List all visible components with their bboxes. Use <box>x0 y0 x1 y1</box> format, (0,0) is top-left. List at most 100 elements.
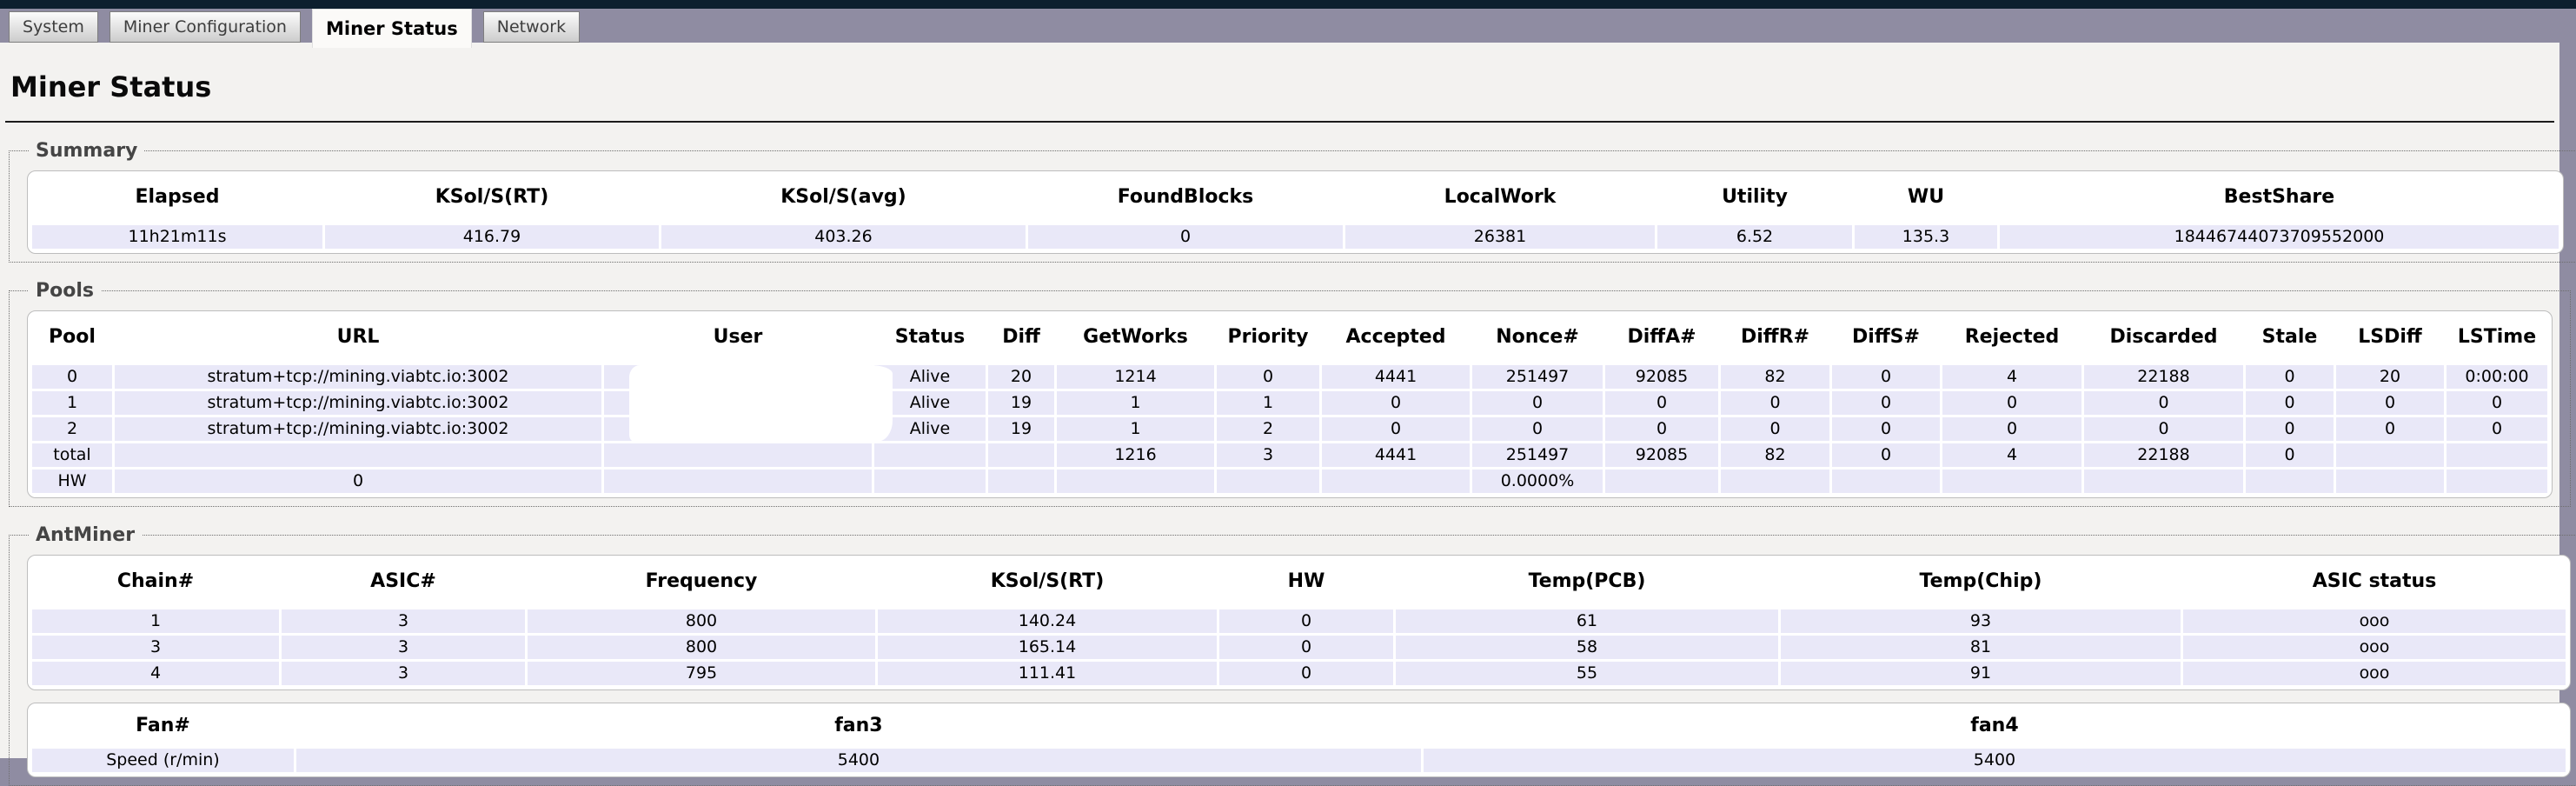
table-cell: stratum+tcp://mining.viabtc.io:3002 <box>115 417 601 441</box>
table-cell: 1 <box>32 609 279 633</box>
table-cell: 0 <box>2336 391 2444 415</box>
window-top-bar <box>0 0 2576 9</box>
table-cell: 1216 <box>1057 443 1214 467</box>
table-cell <box>2246 470 2334 493</box>
table-row: 13800140.2406193ooo <box>32 609 2566 633</box>
table-cell: 251497 <box>1472 443 1603 467</box>
column-header: Diff <box>988 316 1054 363</box>
column-header: fan4 <box>1424 708 2566 746</box>
column-header: DiffR# <box>1721 316 1829 363</box>
table-cell: 82 <box>1721 365 1829 389</box>
tab-network[interactable]: Network <box>483 11 580 43</box>
table-cell: 251497 <box>1472 365 1603 389</box>
table-cell: 0 <box>1832 417 1940 441</box>
column-header: Priority <box>1217 316 1319 363</box>
pools-table: PoolURLUserStatusDiffGetWorksPriorityAcc… <box>30 313 2550 496</box>
column-header: Rejected <box>1942 316 2081 363</box>
tab-miner-status[interactable]: Miner Status <box>312 9 472 48</box>
column-header: WU <box>1855 176 1997 223</box>
table-cell: 20 <box>2336 365 2444 389</box>
table-row: 1stratum+tcp://mining.viabtc.io:3002 Ali… <box>32 391 2547 415</box>
table-cell: 0 <box>1472 391 1603 415</box>
table-cell: 416.79 <box>325 225 659 249</box>
table-cell <box>874 443 986 467</box>
column-header: Temp(Chip) <box>1781 560 2181 607</box>
table-cell: 0 <box>2336 417 2444 441</box>
column-header: DiffS# <box>1832 316 1940 363</box>
table-cell: 4 <box>1942 365 2081 389</box>
table-cell: 0 <box>1832 443 1940 467</box>
column-header: FoundBlocks <box>1028 176 1343 223</box>
table-cell: 82 <box>1721 443 1829 467</box>
content-area: Miner Status Summary ElapsedKSol/S(RT)KS… <box>0 43 2559 758</box>
column-header: Stale <box>2246 316 2334 363</box>
table-cell <box>2447 443 2547 467</box>
table-cell: 55 <box>1396 662 1778 685</box>
column-header: Fan# <box>32 708 294 746</box>
table-cell: 93 <box>1781 609 2181 633</box>
table-cell: 2 <box>32 417 112 441</box>
table-cell: 18446744073709552000 <box>2000 225 2559 249</box>
table-cell <box>604 443 872 467</box>
table-cell <box>1942 470 2081 493</box>
table-cell: 0 <box>2084 417 2243 441</box>
table-cell: 0 <box>2447 391 2547 415</box>
table-cell: ooo <box>2183 609 2566 633</box>
table-cell: 0 <box>1721 417 1829 441</box>
table-cell: ooo <box>2183 662 2566 685</box>
table-cell <box>988 443 1054 467</box>
table-cell: stratum+tcp://mining.viabtc.io:3002 <box>115 365 601 389</box>
column-header: LSDiff <box>2336 316 2444 363</box>
column-header: KSol/S(RT) <box>325 176 659 223</box>
table-cell: 0 <box>2246 443 2334 467</box>
table-cell <box>2336 470 2444 493</box>
column-header: Chain# <box>32 560 279 607</box>
table-cell: 0 <box>1217 365 1319 389</box>
tab-bar: System Miner Configuration Miner Status … <box>0 9 2576 43</box>
table-cell: 0 <box>1219 662 1393 685</box>
table-cell: 20 <box>988 365 1054 389</box>
pools-table-container: PoolURLUserStatusDiffGetWorksPriorityAcc… <box>27 310 2553 498</box>
table-cell: 4 <box>32 662 279 685</box>
table-cell: 3 <box>1217 443 1319 467</box>
antminer-section: AntMiner Chain#ASIC#FrequencyKSol/S(RT)H… <box>9 524 2576 786</box>
column-header: Status <box>874 316 986 363</box>
table-row: total 121634441251497920858204221880 <box>32 443 2547 467</box>
column-header: fan3 <box>296 708 1421 746</box>
column-header: User <box>604 316 872 363</box>
table-cell: 0 <box>1832 365 1940 389</box>
table-cell: 0 <box>1219 609 1393 633</box>
table-cell: total <box>32 443 112 467</box>
antminer-legend: AntMiner <box>29 524 142 546</box>
table-cell: ooo <box>2183 636 2566 659</box>
column-header: Nonce# <box>1472 316 1603 363</box>
table-cell: 165.14 <box>878 636 1217 659</box>
pools-section: Pools PoolURLUserStatusDiffGetWorksPrior… <box>9 280 2571 507</box>
table-cell <box>2447 470 2547 493</box>
table-row: 11h21m11s416.79403.260263816.52135.31844… <box>32 225 2559 249</box>
table-cell: 0 <box>1605 417 1718 441</box>
column-header: GetWorks <box>1057 316 1214 363</box>
table-cell: 6.52 <box>1657 225 1852 249</box>
summary-legend: Summary <box>29 140 144 162</box>
table-cell: 0 <box>1322 391 1470 415</box>
summary-table-container: ElapsedKSol/S(RT)KSol/S(avg)FoundBlocksL… <box>27 170 2564 254</box>
table-row: HW0 0.0000% <box>32 470 2547 493</box>
column-header: KSol/S(avg) <box>661 176 1026 223</box>
table-cell: 1214 <box>1057 365 1214 389</box>
table-cell: 4441 <box>1322 443 1470 467</box>
tab-miner-configuration[interactable]: Miner Configuration <box>110 11 301 43</box>
header-row: Fan#fan3fan4 <box>32 708 2566 746</box>
title-divider <box>5 121 2554 123</box>
table-cell <box>1217 470 1319 493</box>
table-cell <box>604 470 872 493</box>
table-cell: 0 <box>1605 391 1718 415</box>
table-cell: 91 <box>1781 662 2181 685</box>
table-cell: 0.0000% <box>1472 470 1603 493</box>
column-header: LocalWork <box>1345 176 1655 223</box>
table-cell: 19 <box>988 391 1054 415</box>
tab-system[interactable]: System <box>9 11 98 43</box>
column-header: KSol/S(RT) <box>878 560 1217 607</box>
table-cell: 0 <box>2246 365 2334 389</box>
table-cell: 0:00:00 <box>2447 365 2547 389</box>
